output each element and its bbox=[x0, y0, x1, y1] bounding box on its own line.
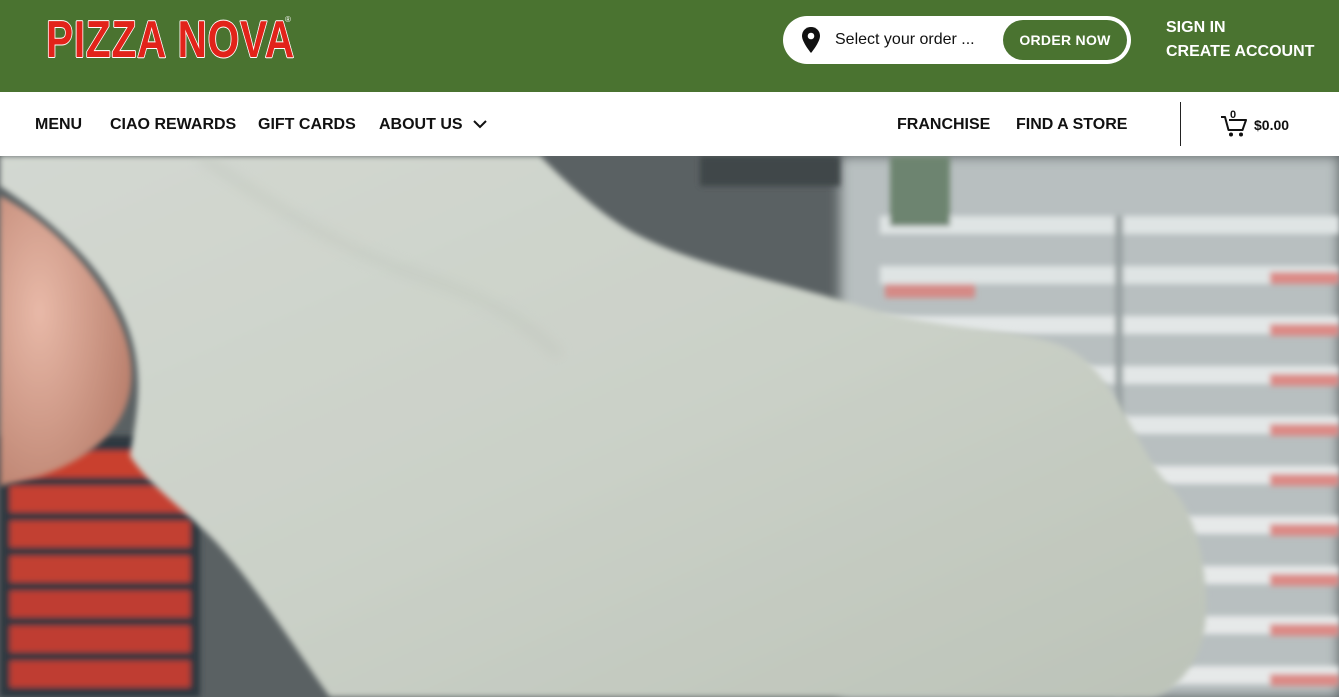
cart-total: $0.00 bbox=[1254, 117, 1290, 133]
order-now-button[interactable]: ORDER NOW bbox=[1003, 20, 1127, 60]
nav-divider bbox=[1180, 102, 1181, 146]
nav-menu[interactable]: MENU bbox=[35, 92, 82, 156]
top-header: PIZZA NOVA ® Select your order ... ORDER… bbox=[0, 0, 1339, 92]
order-selector[interactable]: Select your order ... ORDER NOW bbox=[783, 16, 1131, 64]
nav-find-a-store[interactable]: FIND A STORE bbox=[1016, 92, 1127, 156]
registered-mark: ® bbox=[285, 15, 291, 24]
pizza-dough-photo bbox=[0, 156, 1339, 697]
nav-gift-cards[interactable]: GIFT CARDS bbox=[258, 92, 356, 156]
logo-text: PIZZA NOVA bbox=[45, 11, 295, 69]
hero-image bbox=[0, 156, 1339, 697]
chevron-down-icon[interactable] bbox=[472, 118, 488, 130]
nav-about-us[interactable]: ABOUT US bbox=[379, 92, 463, 156]
sign-in-link[interactable]: SIGN IN bbox=[1166, 16, 1326, 40]
account-links: SIGN IN CREATE ACCOUNT bbox=[1166, 16, 1326, 64]
location-pin-icon bbox=[802, 27, 820, 53]
pizza-nova-logo[interactable]: PIZZA NOVA ® bbox=[45, 11, 365, 69]
nav-ciao-rewards[interactable]: CIAO REWARDS bbox=[110, 92, 236, 156]
order-selector-text[interactable]: Select your order ... bbox=[835, 16, 975, 64]
create-account-link[interactable]: CREATE ACCOUNT bbox=[1166, 40, 1326, 64]
nav-franchise[interactable]: FRANCHISE bbox=[897, 92, 990, 156]
main-nav: MENU CIAO REWARDS GIFT CARDS ABOUT US FR… bbox=[0, 92, 1339, 156]
cart-button[interactable]: 0 $0.00 bbox=[1220, 92, 1320, 156]
cart-count: 0 bbox=[1230, 109, 1237, 121]
